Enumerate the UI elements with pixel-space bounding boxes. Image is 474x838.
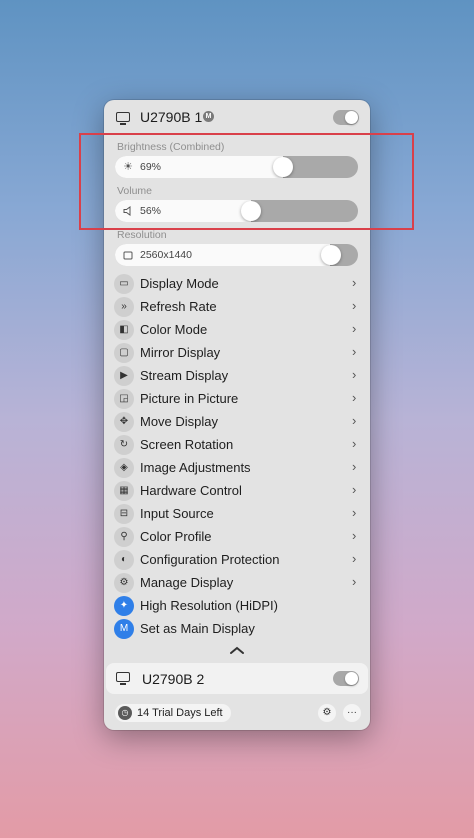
image-adjustments-icon: ◈: [114, 458, 134, 478]
display2-name: U2790B 2: [142, 671, 205, 687]
gear-icon: ⚙: [322, 707, 332, 718]
menu-item-label: Stream Display: [140, 368, 229, 383]
input-source-icon: ⊟: [114, 504, 134, 524]
configuration-protection-icon: ◐: [114, 550, 134, 570]
menu-item-display-mode[interactable]: ▭ Display Mode ›: [104, 273, 370, 295]
menu-item-high-resolution-hidpi[interactable]: ✦ High Resolution (HiDPI): [104, 595, 370, 617]
display1-name: U2790B 1: [140, 109, 203, 125]
chevron-right-icon: ›: [352, 459, 357, 474]
menu-item-hardware-control[interactable]: ▦ Hardware Control ›: [104, 480, 370, 502]
menu-item-label: Color Profile: [140, 529, 212, 544]
menu-item-configuration-protection[interactable]: ◐ Configuration Protection ›: [104, 549, 370, 571]
move-display-icon: ✥: [114, 412, 134, 432]
menu-item-manage-display[interactable]: ⚙ Manage Display ›: [104, 572, 370, 594]
resolution-value: 2560x1440: [140, 249, 192, 261]
menu-item-label: Hardware Control: [140, 483, 242, 498]
menu-item-label: Input Source: [140, 506, 214, 521]
toggle-knob: [345, 672, 358, 685]
menu-item-label: Picture in Picture: [140, 391, 239, 406]
menu-item-refresh-rate[interactable]: » Refresh Rate ›: [104, 296, 370, 318]
resolution-label: Resolution: [117, 229, 167, 241]
chevron-right-icon: ›: [352, 413, 357, 428]
menu-item-label: Screen Rotation: [140, 437, 234, 452]
chevron-right-icon: ›: [352, 321, 357, 336]
menu-item-screen-rotation[interactable]: ↻ Screen Rotation ›: [104, 434, 370, 456]
ellipsis-icon: ···: [347, 707, 357, 718]
mirror-display-icon: ▢: [114, 343, 134, 363]
hardware-control-icon: ▦: [114, 481, 134, 501]
chevron-right-icon: ›: [352, 436, 357, 451]
menu-item-label: Refresh Rate: [140, 299, 217, 314]
chevron-right-icon: ›: [352, 551, 357, 566]
refresh-rate-icon: »: [114, 297, 134, 317]
resolution-selector[interactable]: 2560x1440: [115, 244, 358, 266]
menu-item-label: Mirror Display: [140, 345, 221, 360]
monitor-icon: [116, 112, 130, 125]
menu-item-picture-in-picture[interactable]: ◲ Picture in Picture ›: [104, 388, 370, 410]
chevron-right-icon: ›: [352, 275, 357, 290]
display1-toggle[interactable]: [333, 110, 359, 125]
chevron-right-icon: ›: [352, 298, 357, 313]
main-display-icon: M: [114, 619, 134, 639]
menu-item-label: Image Adjustments: [140, 460, 251, 475]
chevron-right-icon: ›: [352, 482, 357, 497]
menu-item-label: Configuration Protection: [140, 552, 280, 567]
menu-item-set-as-main-display[interactable]: M Set as Main Display: [104, 618, 370, 640]
menu-item-mirror-display[interactable]: ▢ Mirror Display ›: [104, 342, 370, 364]
chevron-right-icon: ›: [352, 574, 357, 589]
display-mode-icon: ▭: [114, 274, 134, 294]
more-button[interactable]: ···: [343, 704, 361, 722]
clock-icon: ◷: [118, 706, 132, 720]
chevron-right-icon: ›: [352, 505, 357, 520]
menu-item-label: Manage Display: [140, 575, 234, 590]
menu-item-label: Move Display: [140, 414, 219, 429]
trial-text: 14 Trial Days Left: [137, 707, 223, 719]
chevron-right-icon: ›: [352, 344, 357, 359]
menu-item-color-mode[interactable]: ◧ Color Mode ›: [104, 319, 370, 341]
menu-item-image-adjustments[interactable]: ◈ Image Adjustments ›: [104, 457, 370, 479]
resolution-icon: [122, 249, 134, 261]
menu-item-stream-display[interactable]: ▶ Stream Display ›: [104, 365, 370, 387]
display2-toggle[interactable]: [333, 671, 359, 686]
manage-display-icon: ⚙: [114, 573, 134, 593]
collapse-chevron-icon[interactable]: [228, 645, 246, 655]
menu-item-label: Display Mode: [140, 276, 219, 291]
chevron-right-icon: ›: [352, 367, 357, 382]
menu-item-color-profile[interactable]: ⚲ Color Profile ›: [104, 526, 370, 548]
trial-badge[interactable]: ◷ 14 Trial Days Left: [115, 704, 231, 722]
resolution-thumb[interactable]: [321, 245, 341, 265]
chevron-right-icon: ›: [352, 528, 357, 543]
menu-item-label: Set as Main Display: [140, 621, 255, 636]
toggle-knob: [345, 111, 358, 124]
menu-item-label: Color Mode: [140, 322, 208, 337]
chevron-right-icon: ›: [352, 390, 357, 405]
hidpi-icon: ✦: [114, 596, 134, 616]
monitor-icon: [116, 672, 130, 685]
stream-display-icon: ▶: [114, 366, 134, 386]
menu-item-input-source[interactable]: ⊟ Input Source ›: [104, 503, 370, 525]
screen-rotation-icon: ↻: [114, 435, 134, 455]
settings-button[interactable]: ⚙: [318, 704, 336, 722]
color-mode-icon: ◧: [114, 320, 134, 340]
menu-item-move-display[interactable]: ✥ Move Display ›: [104, 411, 370, 433]
color-profile-icon: ⚲: [114, 527, 134, 547]
menu-item-label: High Resolution (HiDPI): [140, 598, 278, 613]
display2-card: U2790B 2: [106, 663, 368, 694]
highlight-box: [79, 133, 414, 230]
picture-in-picture-icon: ◲: [114, 389, 134, 409]
display1-header: U2790B 1 M: [104, 100, 370, 134]
main-display-badge: M: [203, 111, 214, 122]
